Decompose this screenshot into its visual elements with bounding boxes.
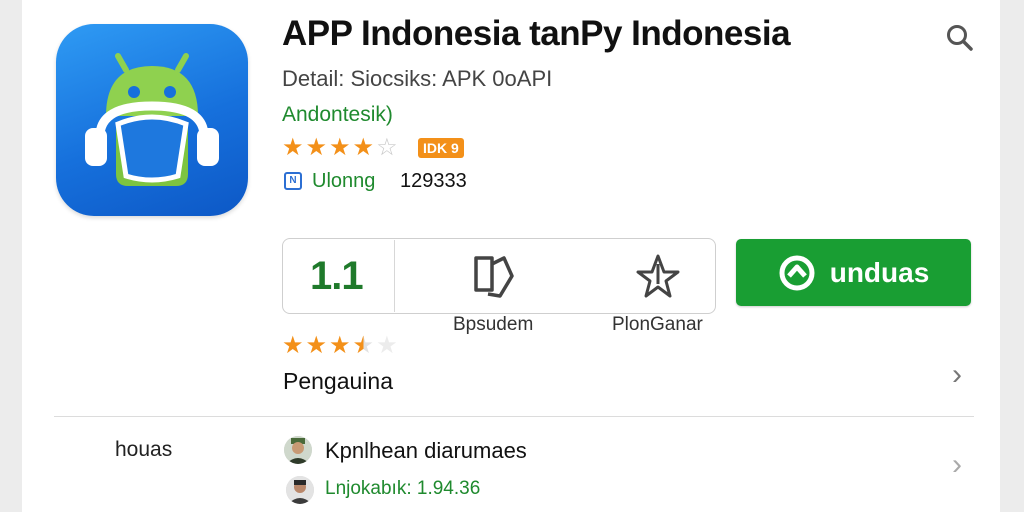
- rating-stars: ★ ★ ★ ★ ★: [282, 334, 398, 358]
- bookmark-action[interactable]: [468, 250, 520, 307]
- developer-link[interactable]: Andontesik): [282, 103, 393, 127]
- age-badge: IDK 9: [418, 138, 464, 158]
- divider: [54, 416, 974, 417]
- meta-label: Ulonng: [312, 170, 376, 192]
- info-box-icon: N: [284, 172, 302, 190]
- chevron-right-icon[interactable]: ›: [952, 450, 962, 480]
- share-action[interactable]: [632, 250, 684, 307]
- download-button[interactable]: unduas: [736, 239, 971, 306]
- share-label: PlonGanar: [612, 314, 703, 335]
- star-icon: ★: [329, 134, 351, 161]
- android-headphones-icon: [85, 53, 219, 186]
- download-button-label: unduas: [829, 256, 930, 288]
- bookmark-label: Bpsudem: [453, 314, 534, 335]
- avatar: [286, 476, 314, 504]
- search-icon[interactable]: [944, 22, 976, 54]
- app-icon[interactable]: [56, 24, 248, 216]
- star-half-icon: ★: [352, 332, 375, 359]
- star-icon: ★: [352, 134, 375, 161]
- section-title: Pengauina: [283, 368, 393, 394]
- star-icon: ★: [305, 134, 328, 161]
- reviews-row-label: houas: [115, 438, 173, 461]
- download-circle-icon: [779, 255, 815, 290]
- star-icon: ★: [282, 332, 304, 359]
- download-count: 129333: [400, 170, 467, 192]
- bookmark-icon: [474, 256, 514, 298]
- rating-value: 1.1: [310, 254, 364, 298]
- app-star-rating: ★ ★ ★ ★ ☆: [282, 136, 398, 160]
- chevron-right-icon[interactable]: ›: [952, 360, 962, 390]
- star-icon: ★: [282, 134, 304, 161]
- app-subtitle: Detail: Siocsiks: APK 0oAPI: [282, 66, 553, 91]
- avatar: [284, 436, 312, 464]
- star-empty-icon: ★: [376, 332, 398, 359]
- star-icon: ★: [305, 332, 328, 359]
- app-title: APP Indonesia tanPy Indonesia: [282, 14, 791, 53]
- star-icon: ★: [329, 332, 351, 359]
- reviewer-name: Kpnlhean diarumaes: [325, 438, 527, 463]
- share-star-icon: [636, 254, 680, 298]
- star-empty-icon: ☆: [376, 134, 398, 161]
- reviewer-meta: Lnjokabık: 1.94.36: [325, 478, 481, 499]
